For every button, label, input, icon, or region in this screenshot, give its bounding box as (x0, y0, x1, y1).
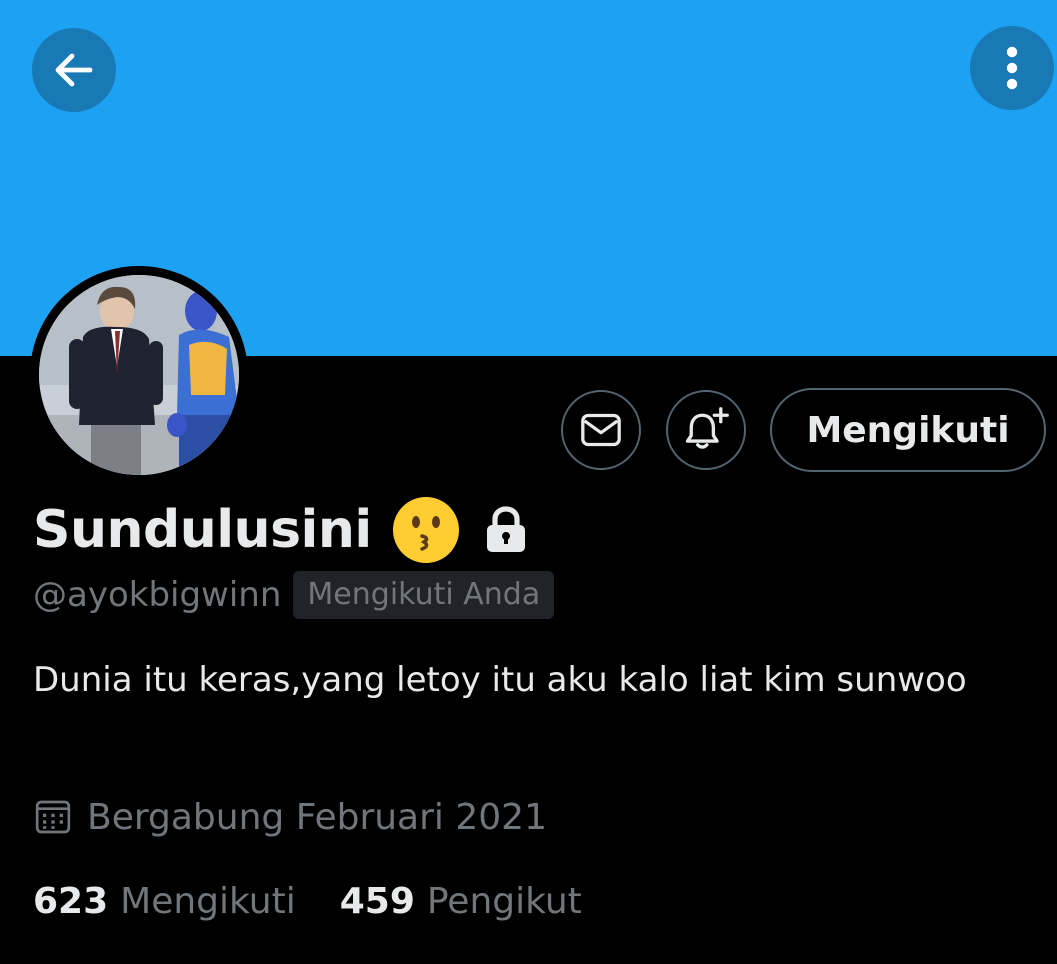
joined-date: Bergabung Februari 2021 (87, 796, 547, 838)
avatar[interactable] (30, 266, 248, 484)
mail-icon (581, 413, 621, 447)
name-row: Sundulusini (33, 496, 530, 564)
message-button[interactable] (561, 390, 641, 470)
back-button[interactable] (32, 28, 116, 112)
kissing-face-emoji (392, 497, 459, 563)
followers-count: 459 (339, 880, 415, 922)
follow-stats: 623 Mengikuti 459 Pengikut (33, 874, 582, 928)
more-vertical-icon (1006, 46, 1018, 90)
following-count: 623 (33, 880, 109, 922)
following-stat-link[interactable]: 623 Mengikuti (33, 881, 296, 922)
profile-bio: Dunia itu keras,yang letoy itu aku kalo … (33, 660, 967, 700)
more-options-button[interactable] (970, 26, 1054, 110)
bell-plus-icon (685, 407, 729, 449)
lock-icon (486, 506, 525, 552)
calendar-icon (35, 800, 71, 834)
display-name: Sundulusini (33, 500, 372, 560)
followers-label: Pengikut (426, 880, 582, 922)
arrow-left-icon (55, 53, 93, 87)
followers-stat-link[interactable]: 459 Pengikut (340, 881, 582, 922)
follows-you-badge: Mengikuti Anda (293, 571, 555, 619)
following-label: Mengikuti (120, 880, 296, 922)
profile-page: Mengikuti Sundulusini @ayokbigwinn Mengi… (0, 0, 1057, 964)
joined-date-row: Bergabung Februari 2021 (33, 790, 547, 844)
handle-row: @ayokbigwinn Mengikuti Anda (33, 570, 555, 620)
notifications-button[interactable] (666, 390, 746, 470)
username-handle: @ayokbigwinn (33, 575, 282, 615)
following-button[interactable]: Mengikuti (770, 388, 1046, 472)
avatar-photo (39, 275, 239, 475)
